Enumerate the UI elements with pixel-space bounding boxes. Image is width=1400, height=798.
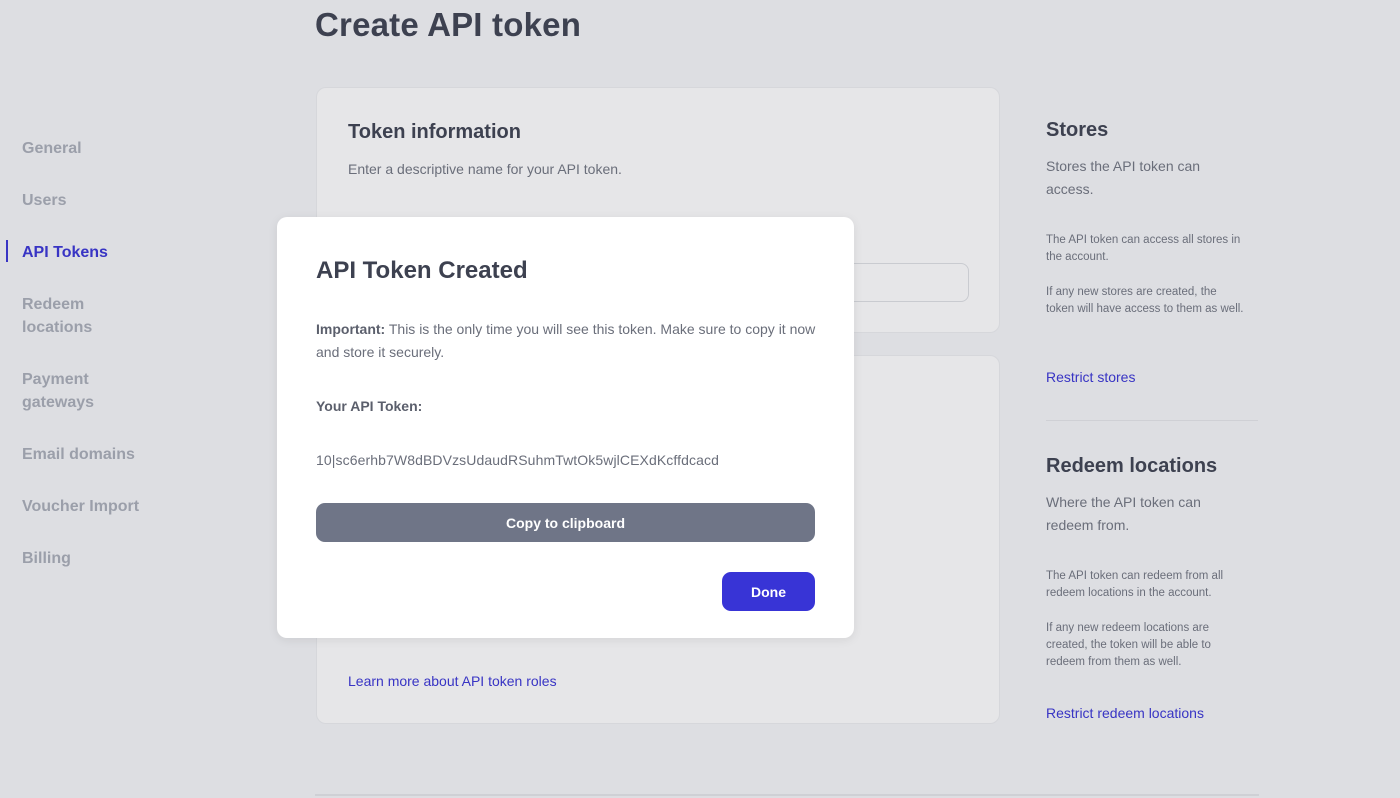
sidebar-item-users[interactable]: Users xyxy=(22,189,222,212)
sidebar-item-email-domains[interactable]: Email domains xyxy=(22,443,222,466)
copy-to-clipboard-button[interactable]: Copy to clipboard xyxy=(316,503,815,542)
bottom-divider xyxy=(315,794,1259,796)
stores-title: Stores xyxy=(1046,119,1109,141)
warning-text: This is the only time you will see this … xyxy=(316,321,816,360)
redeem-locations-title: Redeem locations xyxy=(1046,455,1218,477)
page-title: Create API token xyxy=(315,6,582,43)
modal-title: API Token Created xyxy=(316,257,528,284)
token-information-description: Enter a descriptive name for your API to… xyxy=(348,161,622,177)
redeem-locations-subtitle: Where the API token can redeem from. xyxy=(1046,494,1201,533)
stores-subtitle: Stores the API token can access. xyxy=(1046,158,1201,197)
token-information-title: Token information xyxy=(348,121,521,143)
sidebar-item-voucher-import[interactable]: Voucher Import xyxy=(22,495,222,518)
restrict-stores-link[interactable]: Restrict stores xyxy=(1046,369,1135,385)
sidebar-item-payment-gateways[interactable]: Payment gateways xyxy=(22,368,222,414)
sidebar-item-general[interactable]: General xyxy=(22,137,222,160)
stores-note-new: If any new stores are created, the token… xyxy=(1046,286,1244,315)
redeem-locations-note-access: The API token can redeem from all redeem… xyxy=(1046,570,1224,599)
redeem-locations-note-new: If any new redeem locations are created,… xyxy=(1046,622,1211,668)
api-token-created-modal: API Token Created Important: This is the… xyxy=(277,217,854,638)
sidebar-item-api-tokens[interactable]: API Tokens xyxy=(22,241,222,264)
sidebar-item-billing[interactable]: Billing xyxy=(22,547,222,570)
token-label: Your API Token: xyxy=(316,398,423,414)
restrict-redeem-locations-link[interactable]: Restrict redeem locations xyxy=(1046,705,1204,721)
warning-label: Important: xyxy=(316,321,386,337)
section-divider xyxy=(1046,420,1258,421)
token-value[interactable]: 10|sc6erhb7W8dBDVzsUdaudRSuhmTwtOk5wjlCE… xyxy=(316,452,719,468)
settings-sidebar: General Users API Tokens Redeem location… xyxy=(0,0,260,798)
stores-note-access: The API token can access all stores in t… xyxy=(1046,234,1241,263)
modal-warning: Important: This is the only time you wil… xyxy=(316,318,816,364)
active-nav-indicator xyxy=(6,240,8,262)
learn-more-roles-link[interactable]: Learn more about API token roles xyxy=(348,673,557,689)
done-button[interactable]: Done xyxy=(722,572,815,611)
sidebar-item-redeem-locations[interactable]: Redeem locations xyxy=(22,293,222,339)
